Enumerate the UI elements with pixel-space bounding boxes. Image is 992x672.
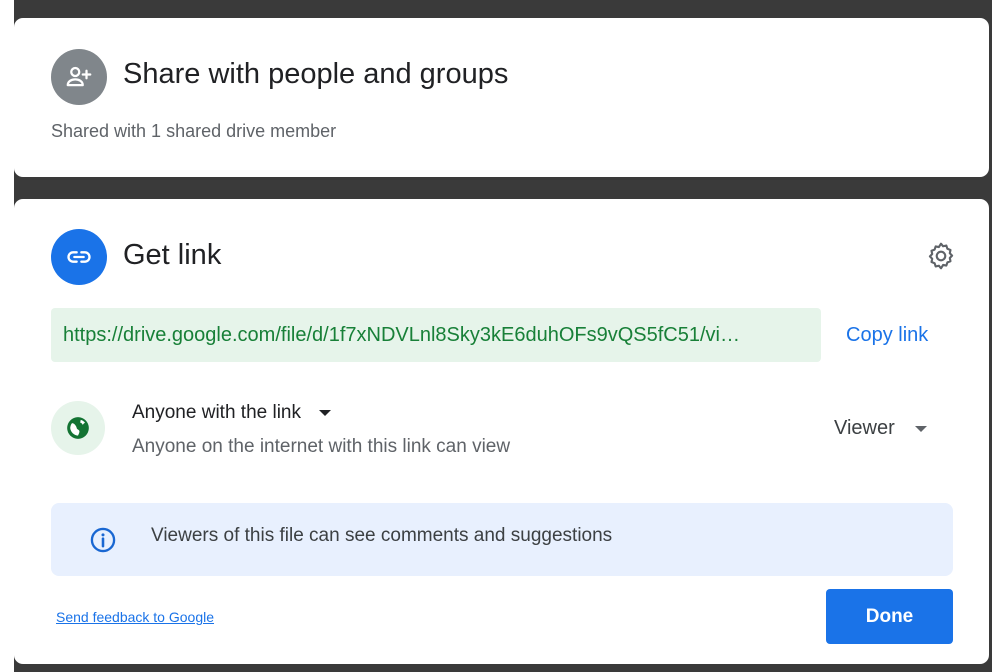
chevron-down-icon — [914, 425, 927, 432]
info-icon — [90, 527, 116, 553]
gear-icon[interactable] — [924, 239, 958, 273]
link-url-text[interactable]: https://drive.google.com/file/d/1f7xNDVL… — [63, 324, 809, 347]
info-text: Viewers of this file can see comments an… — [151, 525, 613, 546]
role-label: Viewer — [834, 417, 895, 439]
link-url-field[interactable]: https://drive.google.com/file/d/1f7xNDVL… — [51, 308, 821, 362]
get-link-title: Get link — [123, 239, 222, 271]
link-access-description: Anyone on the internet with this link ca… — [132, 436, 511, 457]
link-icon — [51, 229, 107, 285]
link-access-dropdown[interactable]: Anyone with the link — [132, 402, 331, 424]
share-subtitle: Shared with 1 shared drive member — [51, 121, 337, 141]
copy-link-button[interactable]: Copy link — [846, 324, 928, 347]
share-title: Share with people and groups — [123, 58, 509, 90]
chevron-down-icon — [319, 410, 331, 416]
link-access-label: Anyone with the link — [132, 402, 301, 423]
background-page-strip — [0, 0, 14, 672]
globe-icon — [51, 401, 105, 455]
role-dropdown[interactable]: Viewer — [834, 417, 927, 440]
share-people-card[interactable]: Share with people and groups Shared with… — [14, 18, 989, 177]
get-link-card: Get link https://drive.google.com/file/d… — [14, 199, 989, 664]
send-feedback-link[interactable]: Send feedback to Google — [56, 609, 214, 625]
done-button[interactable]: Done — [826, 589, 953, 644]
add-person-icon — [51, 49, 107, 105]
info-banner: Viewers of this file can see comments an… — [51, 503, 953, 576]
